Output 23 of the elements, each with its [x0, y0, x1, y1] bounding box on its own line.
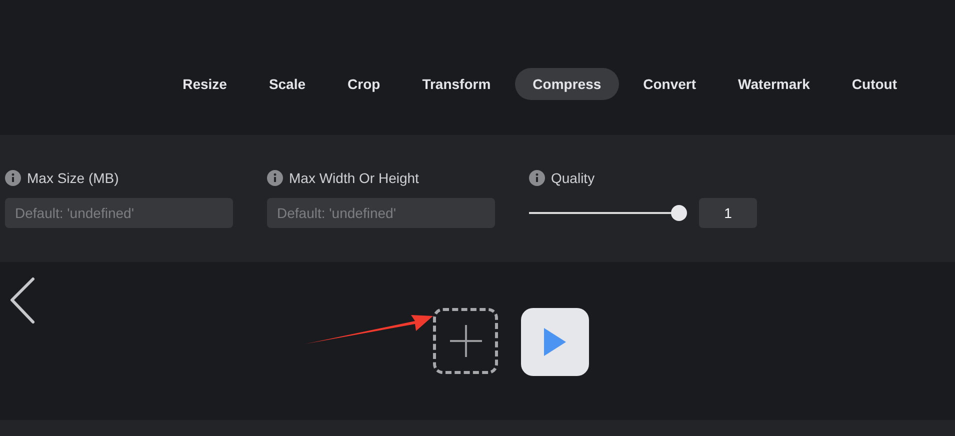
- tab[interactable]: Crop: [330, 68, 398, 100]
- info-icon: [5, 170, 21, 186]
- tab[interactable]: Scale: [250, 68, 324, 100]
- input-field[interactable]: Default: 'undefined': [267, 198, 495, 228]
- quality-value[interactable]: 1: [699, 198, 757, 228]
- option-label: Quality: [551, 168, 595, 188]
- tab[interactable]: Watermark: [720, 68, 828, 100]
- tab[interactable]: Transform: [404, 68, 509, 100]
- input-field[interactable]: Default: 'undefined': [5, 198, 233, 228]
- info-icon: [267, 170, 283, 186]
- tab[interactable]: Resize: [164, 68, 245, 100]
- play-button[interactable]: [521, 308, 589, 376]
- plus-icon: [448, 323, 484, 359]
- quality-slider[interactable]: [529, 205, 687, 221]
- tab[interactable]: Compress: [514, 68, 620, 100]
- option-label: Max Width Or Height: [289, 168, 419, 188]
- info-icon: [529, 170, 545, 186]
- add-button[interactable]: [433, 308, 498, 374]
- play-icon: [543, 327, 567, 357]
- slider-thumb[interactable]: [671, 205, 687, 221]
- tab[interactable]: Cutout: [834, 68, 915, 100]
- option-label: Max Size (MB): [27, 168, 119, 188]
- tab[interactable]: Convert: [625, 68, 714, 100]
